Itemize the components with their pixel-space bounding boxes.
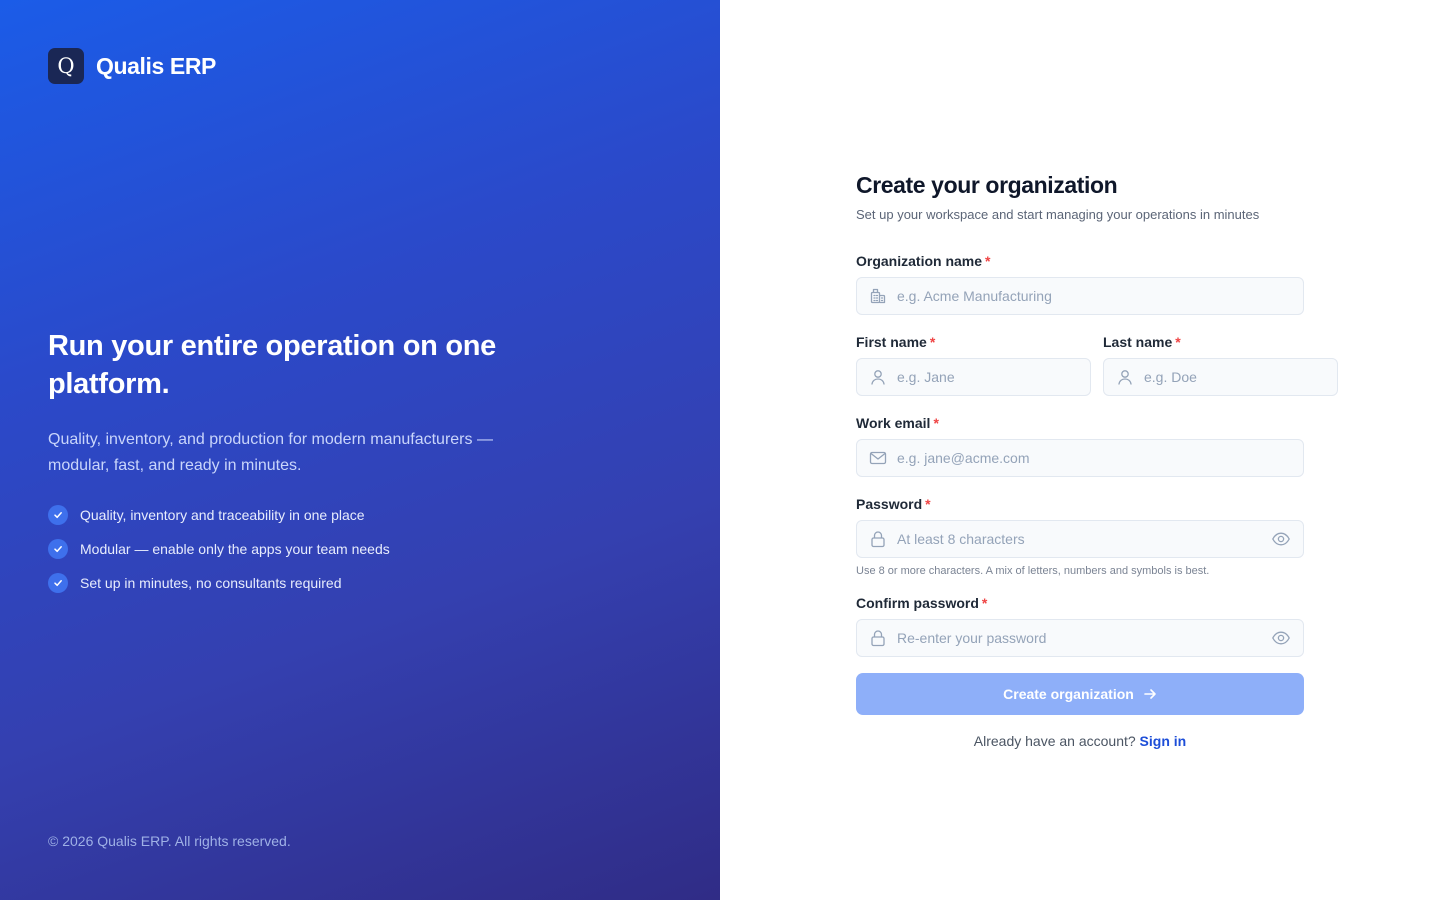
password-input[interactable] xyxy=(897,531,1271,547)
required-mark: * xyxy=(933,415,939,431)
feature-item: Modular — enable only the apps your team… xyxy=(48,539,528,559)
last-name-group: Last name * xyxy=(1103,333,1338,396)
mail-icon xyxy=(869,451,887,465)
create-organization-label: Create organization xyxy=(1003,686,1134,702)
org-name-label-text: Organization name xyxy=(856,253,983,269)
confirm-password-label: Confirm password * xyxy=(856,594,1304,612)
check-icon xyxy=(48,505,68,525)
lock-icon xyxy=(871,630,885,647)
create-organization-button[interactable]: Create organization xyxy=(856,673,1304,715)
check-icon xyxy=(48,539,68,559)
hero-subtitle: Quality, inventory, and production for m… xyxy=(48,431,493,474)
password-field[interactable] xyxy=(856,520,1304,558)
copyright: © 2026 Qualis ERP. All rights reserved. xyxy=(48,833,291,849)
feature-list: Quality, inventory and traceability in o… xyxy=(48,505,528,593)
password-label-text: Password xyxy=(856,496,923,512)
email-label-text: Work email xyxy=(856,415,931,431)
brand-mark: Q xyxy=(48,48,84,84)
org-name-field[interactable] xyxy=(856,277,1304,315)
signin-row: Already have an account? Sign in xyxy=(856,733,1304,749)
email-label: Work email * xyxy=(856,414,1304,432)
last-name-label-text: Last name xyxy=(1103,334,1173,350)
first-name-input[interactable] xyxy=(897,369,1078,385)
check-icon xyxy=(48,573,68,593)
first-name-group: First name * xyxy=(856,333,1091,396)
brand-name: Qualis ERP xyxy=(96,52,216,79)
required-mark: * xyxy=(1175,334,1181,350)
required-mark: * xyxy=(985,253,991,269)
feature-text: Modular — enable only the apps your team… xyxy=(80,541,390,557)
org-name-label: Organization name * xyxy=(856,252,1304,270)
feature-text: Set up in minutes, no consultants requir… xyxy=(80,575,342,591)
password-hint: Use 8 or more characters. A mix of lette… xyxy=(856,565,1210,577)
required-mark: * xyxy=(929,334,936,350)
confirm-password-field[interactable] xyxy=(856,619,1304,657)
create-organization-form: Create your organization Set up your wor… xyxy=(856,170,1338,749)
signup-panel: Create your organization Set up your wor… xyxy=(720,0,1440,900)
feature-item: Set up in minutes, no consultants requir… xyxy=(48,573,528,593)
feature-item: Quality, inventory and traceability in o… xyxy=(48,505,528,525)
org-name-group: Organization name * xyxy=(856,252,1304,315)
brand-panel: Q Qualis ERP Run your entire operation o… xyxy=(0,0,720,900)
lock-icon xyxy=(871,531,885,548)
name-row: First name * Last name * xyxy=(856,333,1338,396)
last-name-field[interactable] xyxy=(1103,358,1338,396)
signin-prompt: Already have an account? xyxy=(973,733,1136,749)
form-subtitle: Set up your workspace and start managing… xyxy=(856,207,1260,222)
hero: Run your entire operation on one platfor… xyxy=(48,327,528,607)
confirm-password-label-text: Confirm password xyxy=(856,595,979,611)
user-icon xyxy=(1118,370,1132,385)
email-field[interactable] xyxy=(856,439,1304,477)
brand-logo: Q Qualis ERP xyxy=(48,48,216,84)
last-name-input[interactable] xyxy=(1144,369,1325,385)
required-mark: * xyxy=(981,595,988,611)
arrow-right-icon xyxy=(1144,689,1156,699)
feature-text: Quality, inventory and traceability in o… xyxy=(80,507,365,523)
confirm-password-input[interactable] xyxy=(897,630,1271,646)
building-icon xyxy=(870,288,886,304)
hero-title: Run your entire operation on one platfor… xyxy=(48,330,496,400)
first-name-label-text: First name xyxy=(856,334,927,350)
password-label: Password * xyxy=(856,495,1304,513)
form-title: Create your organization xyxy=(856,172,1118,198)
org-name-input[interactable] xyxy=(897,288,1291,304)
eye-icon[interactable] xyxy=(1271,628,1291,648)
signin-link[interactable]: Sign in xyxy=(1140,733,1187,749)
first-name-label: First name * xyxy=(856,333,1091,351)
email-group: Work email * xyxy=(856,414,1304,477)
required-mark: * xyxy=(925,496,931,512)
password-group: Password * Use 8 or more characters. A m… xyxy=(856,495,1304,577)
confirm-password-group: Confirm password * xyxy=(856,594,1304,657)
last-name-label: Last name * xyxy=(1103,333,1338,351)
first-name-field[interactable] xyxy=(856,358,1091,396)
user-icon xyxy=(871,370,885,385)
email-input[interactable] xyxy=(897,450,1291,466)
eye-icon[interactable] xyxy=(1271,529,1291,549)
